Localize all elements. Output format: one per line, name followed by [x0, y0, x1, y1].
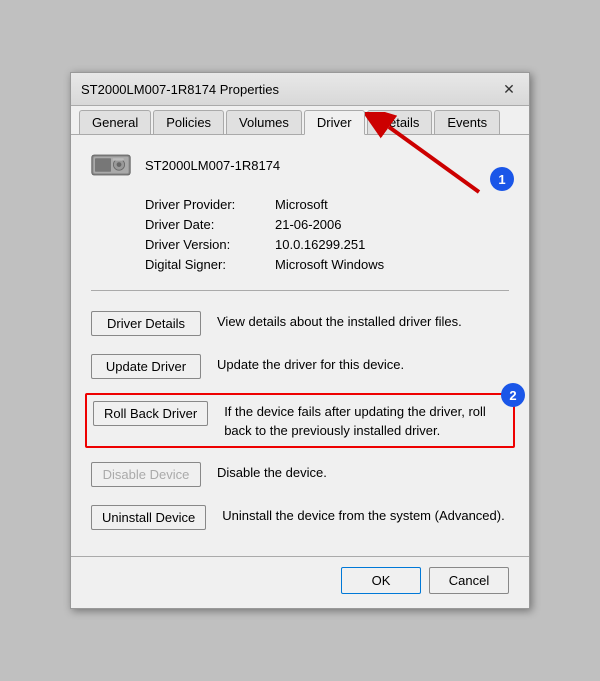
device-name: ST2000LM007-1R8174 [145, 158, 280, 173]
device-header-section: ST2000LM007-1R8174 1 [91, 151, 509, 179]
roll-back-driver-description: If the device fails after updating the d… [224, 401, 507, 439]
properties-window: ST2000LM007-1R8174 Properties ✕ General … [70, 72, 530, 608]
divider [91, 290, 509, 291]
driver-details-description: View details about the installed driver … [217, 311, 509, 331]
title-bar: ST2000LM007-1R8174 Properties ✕ [71, 73, 529, 106]
signer-value: Microsoft Windows [275, 257, 509, 272]
disable-device-button: Disable Device [91, 462, 201, 487]
provider-value: Microsoft [275, 197, 509, 212]
tab-volumes[interactable]: Volumes [226, 110, 302, 134]
version-value: 10.0.16299.251 [275, 237, 509, 252]
cancel-button[interactable]: Cancel [429, 567, 509, 594]
date-label: Driver Date: [145, 217, 275, 232]
tab-events[interactable]: Events [434, 110, 500, 134]
roll-back-driver-button[interactable]: Roll Back Driver [93, 401, 208, 426]
uninstall-device-row: Uninstall Device Uninstall the device fr… [91, 501, 509, 534]
driver-tab-content: ST2000LM007-1R8174 1 [71, 135, 529, 555]
provider-label: Driver Provider: [145, 197, 275, 212]
close-button[interactable]: ✕ [499, 79, 519, 99]
update-driver-description: Update the driver for this device. [217, 354, 509, 374]
window-title: ST2000LM007-1R8174 Properties [81, 82, 279, 97]
disable-device-row: Disable Device Disable the device. [91, 458, 509, 491]
date-value: 21-06-2006 [275, 217, 509, 232]
driver-details-button[interactable]: Driver Details [91, 311, 201, 336]
driver-info-grid: Driver Provider: Microsoft Driver Date: … [145, 197, 509, 272]
dialog-footer: OK Cancel [71, 556, 529, 608]
disable-device-description: Disable the device. [217, 462, 509, 482]
tab-bar: General Policies Volumes Driver Details … [71, 106, 529, 135]
update-driver-button[interactable]: Update Driver [91, 354, 201, 379]
update-driver-row: Update Driver Update the driver for this… [91, 350, 509, 383]
device-icon [91, 151, 131, 179]
device-header: ST2000LM007-1R8174 [91, 151, 509, 179]
badge-1: 1 [490, 167, 514, 191]
uninstall-device-button[interactable]: Uninstall Device [91, 505, 206, 530]
version-label: Driver Version: [145, 237, 275, 252]
badge-2: 2 [501, 383, 525, 407]
tab-details[interactable]: Details [367, 110, 433, 134]
roll-back-driver-row: Roll Back Driver If the device fails aft… [85, 393, 515, 447]
signer-label: Digital Signer: [145, 257, 275, 272]
tab-driver[interactable]: Driver [304, 110, 365, 135]
uninstall-device-description: Uninstall the device from the system (Ad… [222, 505, 509, 525]
ok-button[interactable]: OK [341, 567, 421, 594]
driver-details-row: Driver Details View details about the in… [91, 307, 509, 340]
tab-general[interactable]: General [79, 110, 151, 134]
tab-policies[interactable]: Policies [153, 110, 224, 134]
